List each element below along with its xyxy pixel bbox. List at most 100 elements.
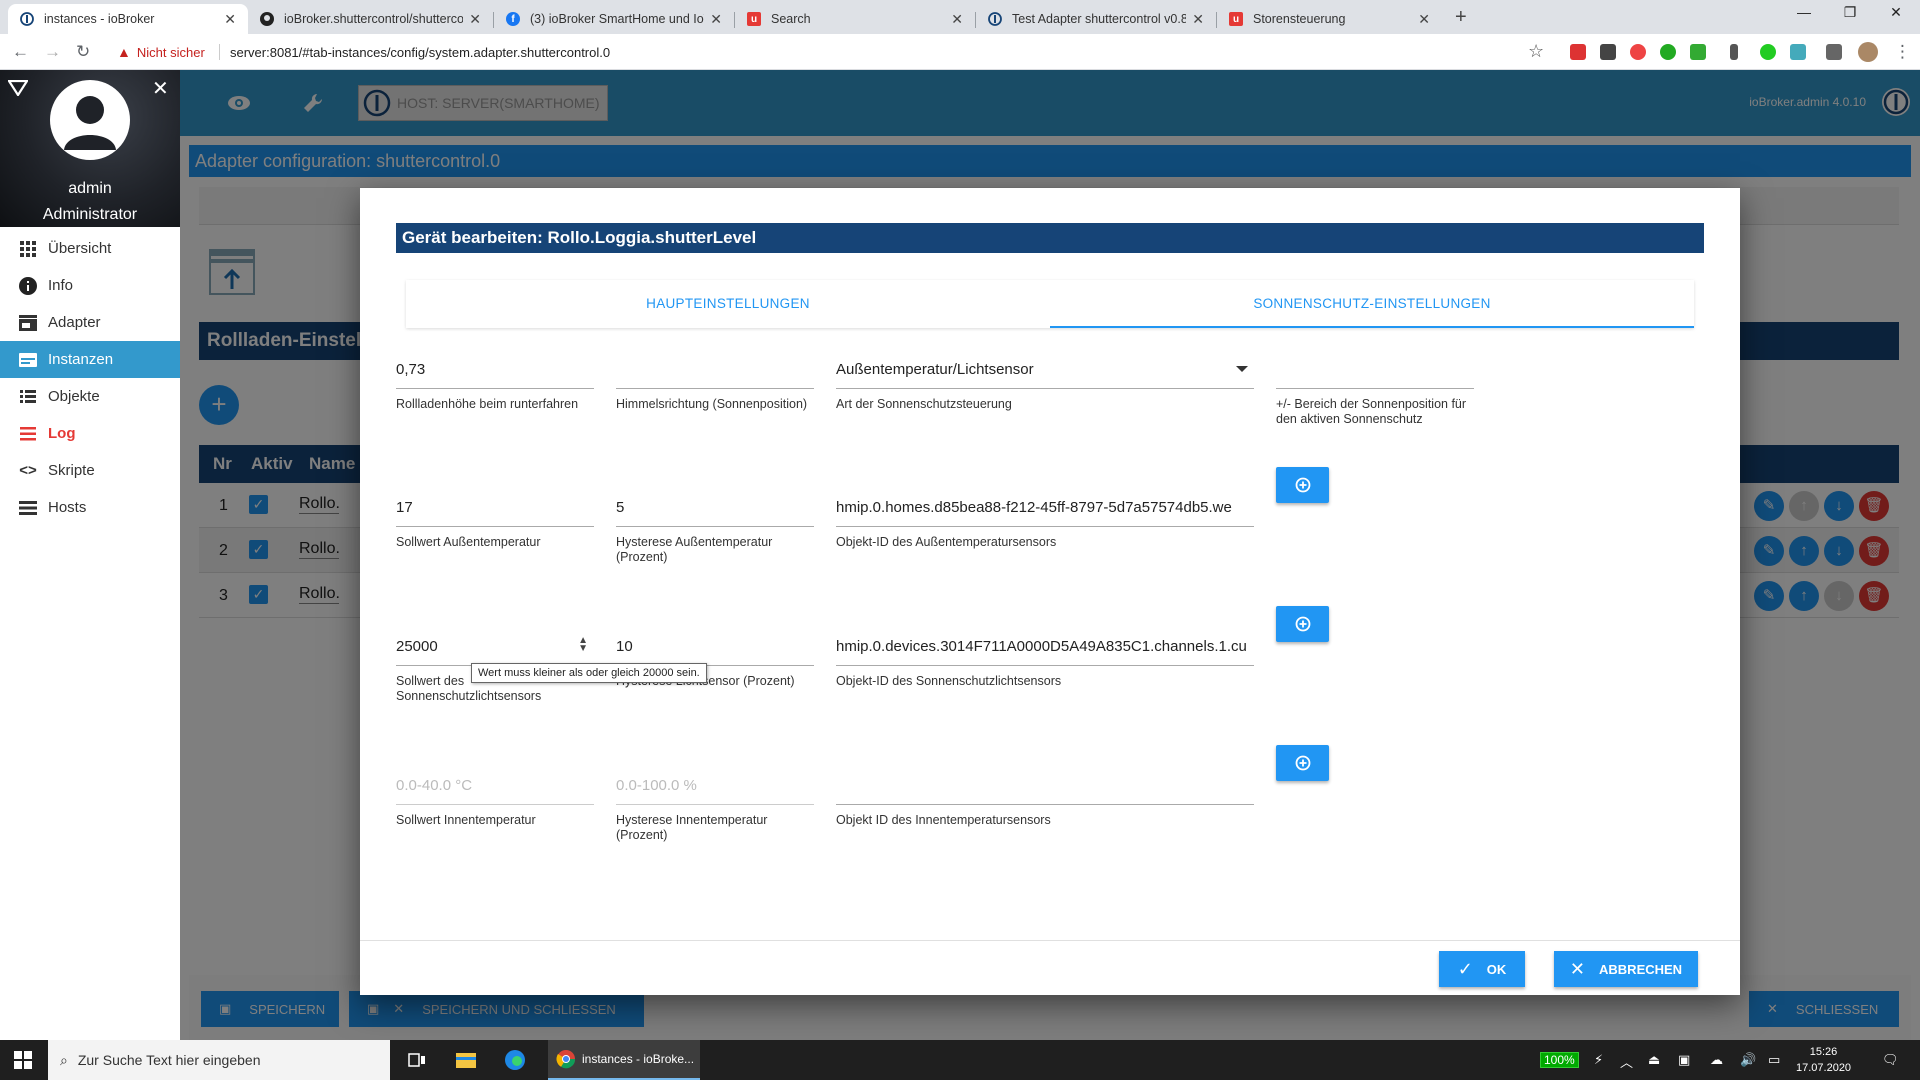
light-sensor-id-field: hmip.0.devices.3014F711A0000D5A49A835C1.… <box>836 627 1254 689</box>
sidebar-item-hosts[interactable]: Hosts <box>0 489 180 526</box>
sunprotect-type-select[interactable]: Außentemperatur/Lichtsensor <box>836 350 1254 389</box>
cancel-button[interactable]: ✕ ABBRECHEN <box>1554 951 1698 987</box>
direction-input[interactable] <box>616 350 814 389</box>
extension-dot-icon[interactable] <box>1760 44 1776 60</box>
browser-tab-facebook[interactable]: f (3) ioBroker SmartHome und IoT ✕ <box>494 4 734 34</box>
minimize-icon[interactable]: — <box>1784 4 1824 20</box>
browser-tab-github[interactable]: ioBroker.shuttercontrol/shutterco ✕ <box>248 4 493 34</box>
dialog-footer-divider <box>360 940 1740 941</box>
browser-menu-icon[interactable]: ⋮ <box>1894 42 1911 62</box>
network-icon[interactable]: ▭ <box>1768 1052 1780 1068</box>
list-icon <box>18 387 38 407</box>
validation-tooltip: Wert muss kleiner als oder gleich 20000 … <box>471 663 707 683</box>
inside-temp-setpoint-label: Sollwert Innentemperatur <box>396 813 536 827</box>
security-indicator[interactable]: ▲ Nicht sicher <box>117 44 205 60</box>
outside-temp-hysteresis-input[interactable]: 5 <box>616 488 814 527</box>
tab-haupteinstellungen[interactable]: HAUPTEINSTELLUNGEN <box>406 280 1050 328</box>
sidebar-item-skripte[interactable]: <> Skripte <box>0 452 180 489</box>
notifications-icon[interactable]: 🗨 <box>1882 1052 1899 1068</box>
outside-temp-setpoint-field: 17 Sollwert Außentemperatur <box>396 488 594 550</box>
close-icon[interactable]: ✕ <box>224 11 236 28</box>
windows-taskbar: ⌕ Zur Suche Text hier eingeben instances… <box>0 1040 1920 1080</box>
cloud-icon[interactable]: ☁ <box>1710 1052 1723 1068</box>
check-icon: ✓ <box>1457 958 1473 979</box>
taskbar-app-label: instances - ioBroke... <box>582 1052 695 1066</box>
bookmark-star-icon[interactable]: ☆ <box>1528 41 1544 62</box>
user-role: Administrator <box>42 206 138 223</box>
shutter-height-input[interactable]: 0,73 <box>396 350 594 389</box>
inside-temp-id-field: Objekt ID des Innentemperatursensors <box>836 766 1254 828</box>
close-icon[interactable]: ✕ <box>1418 11 1430 28</box>
window-close-icon[interactable]: ✕ <box>1876 4 1916 21</box>
battery-indicator[interactable]: 100% <box>1540 1052 1579 1068</box>
inside-temp-hysteresis-input[interactable]: 0.0-100.0 % <box>616 766 814 805</box>
edge-icon[interactable] <box>503 1048 527 1072</box>
close-icon[interactable]: ✕ <box>951 11 963 28</box>
extension-key-icon[interactable] <box>1730 44 1738 60</box>
chrome-icon <box>556 1050 576 1069</box>
windows-start-icon[interactable] <box>14 1051 32 1069</box>
light-sensor-id-input[interactable]: hmip.0.devices.3014F711A0000D5A49A835C1.… <box>836 627 1254 666</box>
sidebar-item-adapter[interactable]: Adapter <box>0 304 180 341</box>
sun-range-input[interactable] <box>1276 350 1474 389</box>
sidebar-item-objekte[interactable]: Objekte <box>0 378 180 415</box>
avatar <box>50 80 130 160</box>
extension-green-icon[interactable] <box>1660 44 1676 60</box>
inside-temp-id-input[interactable] <box>836 766 1254 805</box>
browser-tab-storensteuerung[interactable]: u Storensteuerung ✕ <box>1217 4 1442 34</box>
close-icon[interactable]: ✕ <box>710 11 722 28</box>
gift-icon[interactable]: ▣ <box>1678 1052 1690 1068</box>
select-object-inside-temp-button[interactable] <box>1276 745 1329 781</box>
outside-temp-setpoint-input[interactable]: 17 <box>396 488 594 527</box>
extension-pdf-icon[interactable] <box>1570 44 1586 60</box>
extension-circle-icon[interactable] <box>1630 44 1646 60</box>
extension-shield-icon[interactable] <box>1600 44 1616 60</box>
taskbar-clock[interactable]: 15:26 17.07.2020 <box>1796 1044 1851 1076</box>
sidebar-item-instanzen[interactable]: Instanzen <box>0 341 180 378</box>
outside-temp-hysteresis-field: 5 Hysterese Außentemperatur (Prozent) <box>616 488 814 565</box>
browser-tab-bar: instances - ioBroker ✕ ioBroker.shutterc… <box>0 0 1920 34</box>
extensions-puzzle-icon[interactable] <box>1826 44 1842 60</box>
sidebar-item-log[interactable]: Log <box>0 415 180 452</box>
extension-download-icon[interactable] <box>1790 44 1806 60</box>
inside-temp-hysteresis-label: Hysterese Innentemperatur (Prozent) <box>616 813 768 842</box>
ok-button[interactable]: ✓ OK <box>1439 951 1525 987</box>
volume-icon[interactable]: 🔊 <box>1740 1052 1756 1068</box>
file-explorer-icon[interactable] <box>454 1048 478 1072</box>
chevron-up-icon[interactable]: ︿ <box>1620 1052 1633 1071</box>
extension-grammar-icon[interactable] <box>1690 44 1706 60</box>
number-spinner-icon[interactable]: ▲ ▼ <box>578 636 588 654</box>
light-setpoint-input[interactable]: 25000 ▲ ▼ <box>396 627 594 666</box>
inside-temp-setpoint-field: 0.0-40.0 °C Sollwert Innentemperatur <box>396 766 594 828</box>
sidebar-item-info[interactable]: Info <box>0 267 180 304</box>
inside-temp-setpoint-input[interactable]: 0.0-40.0 °C <box>396 766 594 805</box>
task-view-icon[interactable] <box>405 1048 429 1072</box>
back-icon[interactable]: ← <box>12 42 29 62</box>
browser-tab-search[interactable]: u Search ✕ <box>735 4 975 34</box>
restore-icon[interactable]: ❐ <box>1830 4 1870 21</box>
close-icon[interactable]: ✕ <box>469 11 481 28</box>
light-hysteresis-input[interactable]: 10 <box>616 627 814 666</box>
close-icon[interactable]: ✕ <box>1192 11 1204 28</box>
tab-sonnenschutz[interactable]: SONNENSCHUTZ-EINSTELLUNGEN <box>1050 280 1694 328</box>
power-plug-icon[interactable]: ⚡ <box>1594 1052 1603 1068</box>
menu-logo-icon[interactable] <box>8 80 28 96</box>
forward-icon[interactable]: → <box>44 42 61 62</box>
forum-icon: u <box>747 12 761 26</box>
select-object-outside-temp-button[interactable] <box>1276 467 1329 503</box>
usb-icon[interactable]: ⏏ <box>1648 1052 1660 1068</box>
sidebar-user-panel: ✕ admin Administrator <box>0 70 180 227</box>
taskbar-search-input[interactable]: ⌕ Zur Suche Text hier eingeben <box>48 1040 390 1080</box>
profile-avatar[interactable] <box>1858 42 1878 62</box>
url-input[interactable]: server:8081/#tab-instances/config/system… <box>230 45 610 60</box>
sidebar-item-uebersicht[interactable]: Übersicht <box>0 230 180 267</box>
taskbar-app-chrome[interactable]: instances - ioBroke... <box>548 1040 700 1080</box>
reload-icon[interactable]: ↻ <box>76 42 90 62</box>
new-tab-button[interactable]: + <box>1455 6 1467 29</box>
select-object-light-sensor-button[interactable] <box>1276 606 1329 642</box>
browser-tab-instances[interactable]: instances - ioBroker ✕ <box>8 4 248 34</box>
outside-temp-id-input[interactable]: hmip.0.homes.d85bea88-f212-45ff-8797-5d7… <box>836 488 1254 527</box>
browser-tab-test-adapter[interactable]: Test Adapter shuttercontrol v0.8. ✕ <box>976 4 1216 34</box>
close-icon[interactable]: ✕ <box>152 76 169 101</box>
log-icon <box>18 424 38 444</box>
